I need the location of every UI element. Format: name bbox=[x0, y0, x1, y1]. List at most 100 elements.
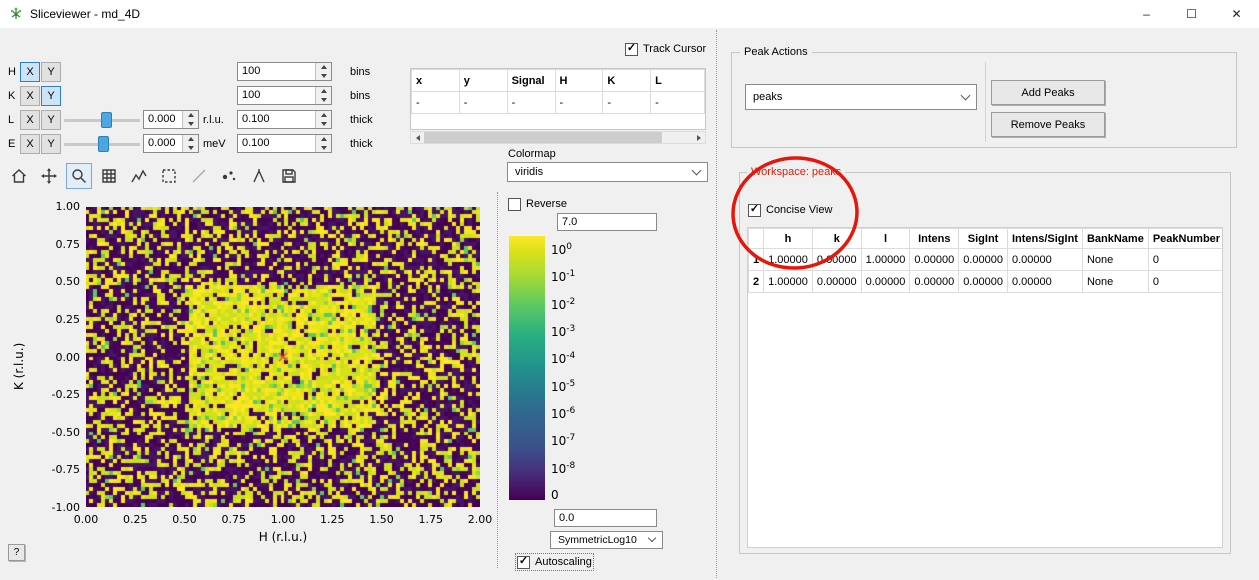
dim-l-y-button[interactable]: Y bbox=[41, 110, 61, 130]
h-bins-spinbox[interactable]: 100 bbox=[237, 62, 332, 81]
dim-e-y-button[interactable]: Y bbox=[41, 134, 61, 154]
overlay-peaks-icon[interactable] bbox=[246, 163, 272, 189]
save-icon[interactable] bbox=[276, 163, 302, 189]
peaks-cell[interactable]: None bbox=[1082, 249, 1148, 271]
spin-down-icon bbox=[316, 120, 331, 129]
remove-peaks-button[interactable]: Remove Peaks bbox=[991, 112, 1105, 137]
peaks-cell[interactable]: 0.00000 bbox=[1007, 271, 1082, 293]
peaks-cell[interactable]: 1.00000 bbox=[861, 249, 910, 271]
peaks-cell[interactable]: 0.00000 bbox=[812, 271, 861, 293]
l-unit-label: r.l.u. bbox=[203, 114, 224, 126]
peaks-cell[interactable]: 0.00000 bbox=[1007, 249, 1082, 271]
colorbar-min-input[interactable]: 0.0 bbox=[554, 509, 657, 527]
checkbox-box[interactable] bbox=[517, 556, 530, 569]
x-tick-label: 2.00 bbox=[460, 513, 500, 526]
track-cursor-checkbox[interactable]: Track Cursor bbox=[625, 42, 706, 56]
colorbar-tick-label: 10-3 bbox=[551, 324, 575, 339]
checkbox-box[interactable] bbox=[508, 198, 521, 211]
cursor-table-scrollbar[interactable] bbox=[410, 131, 706, 144]
dim-h-y-button[interactable]: Y bbox=[41, 62, 61, 82]
l-slider[interactable] bbox=[64, 110, 140, 130]
peaks-cell[interactable]: None bbox=[1082, 271, 1148, 293]
peaks-cell[interactable]: 1.00000 bbox=[764, 249, 813, 271]
colorbar-max-input[interactable]: 7.0 bbox=[557, 213, 657, 231]
peaks-cell[interactable]: 0.00000 bbox=[959, 271, 1008, 293]
cursor-cell: - bbox=[603, 92, 651, 114]
slice-heatmap[interactable] bbox=[86, 207, 480, 507]
concise-view-label: Concise View bbox=[766, 204, 832, 216]
l-slider-handle[interactable] bbox=[101, 112, 112, 128]
peaks-row-header[interactable]: 1 bbox=[749, 249, 764, 271]
autoscaling-checkbox[interactable]: Autoscaling bbox=[517, 555, 592, 569]
peaks-cell[interactable]: 0.00000 bbox=[812, 249, 861, 271]
dim-l-x-button[interactable]: X bbox=[20, 110, 40, 130]
close-button[interactable]: ✕ bbox=[1214, 0, 1259, 28]
peaks-col-header[interactable]: Intens/SigInt bbox=[1007, 229, 1082, 249]
peaks-col-header[interactable]: k bbox=[812, 229, 861, 249]
normalization-combobox[interactable]: SymmetricLog10 bbox=[550, 531, 663, 549]
peaks-col-header[interactable]: SigInt bbox=[959, 229, 1008, 249]
grid-icon[interactable] bbox=[96, 163, 122, 189]
spin-up-icon bbox=[316, 111, 331, 120]
dim-k-y-button[interactable]: Y bbox=[41, 86, 61, 106]
markers-icon[interactable] bbox=[216, 163, 242, 189]
colorbar-tick-label: 10-1 bbox=[551, 269, 575, 284]
peaks-cell[interactable]: 1.00000 bbox=[764, 271, 813, 293]
dim-h-x-button[interactable]: X bbox=[20, 62, 40, 82]
spin-up-icon bbox=[316, 135, 331, 144]
peaks-cell[interactable]: 0.00000 bbox=[959, 249, 1008, 271]
minimize-button[interactable]: – bbox=[1124, 0, 1169, 28]
help-button[interactable]: ? bbox=[8, 544, 25, 561]
colorbar[interactable] bbox=[509, 236, 545, 500]
l-thick-spinbox[interactable]: 0.100 bbox=[237, 110, 332, 129]
peaks-workspace-combobox[interactable]: peaks bbox=[745, 84, 977, 110]
spin-down-icon bbox=[316, 96, 331, 105]
dim-k-x-button[interactable]: X bbox=[20, 86, 40, 106]
non-orthogonal-view-icon[interactable] bbox=[186, 163, 212, 189]
e-thick-spinbox[interactable]: 0.100 bbox=[237, 134, 332, 153]
peaks-row[interactable]: 11.000000.000001.000000.000000.000000.00… bbox=[749, 249, 1224, 271]
peaks-col-header[interactable]: h bbox=[764, 229, 813, 249]
add-peaks-button[interactable]: Add Peaks bbox=[991, 80, 1105, 105]
peaks-cell[interactable]: 0.00000 bbox=[861, 271, 910, 293]
peaks-col-header[interactable]: l bbox=[861, 229, 910, 249]
app-icon bbox=[8, 6, 24, 22]
plot-colorbar-splitter[interactable] bbox=[497, 192, 498, 568]
scroll-right-icon[interactable] bbox=[692, 132, 705, 143]
e-slider[interactable] bbox=[64, 134, 140, 154]
y-tick-label: -0.50 bbox=[36, 426, 80, 439]
maximize-button[interactable]: ☐ bbox=[1169, 0, 1214, 28]
main-splitter[interactable] bbox=[716, 30, 717, 578]
checkbox-box[interactable] bbox=[748, 204, 761, 217]
peaks-col-header[interactable]: PeakNumber bbox=[1148, 229, 1223, 249]
cursor-col-K: K bbox=[603, 70, 651, 92]
home-icon[interactable] bbox=[6, 163, 32, 189]
zoom-icon[interactable] bbox=[66, 163, 92, 189]
scroll-left-icon[interactable] bbox=[411, 132, 424, 143]
reverse-checkbox[interactable]: Reverse bbox=[508, 197, 567, 211]
k-bins-spinbox[interactable]: 100 bbox=[237, 86, 332, 105]
x-axis-ticks: 0.000.250.500.751.001.251.501.752.00 bbox=[66, 513, 500, 526]
peaks-row[interactable]: 21.000000.000000.000000.000000.000000.00… bbox=[749, 271, 1224, 293]
peaks-col-header[interactable]: Intens bbox=[910, 229, 959, 249]
peaks-cell[interactable]: 0 bbox=[1148, 249, 1223, 271]
l-value-spinbox[interactable]: 0.000 bbox=[143, 110, 199, 129]
peaks-row-header[interactable]: 2 bbox=[749, 271, 764, 293]
e-thick-label: thick bbox=[350, 138, 373, 150]
line-plots-icon[interactable] bbox=[126, 163, 152, 189]
pan-icon[interactable] bbox=[36, 163, 62, 189]
x-tick-label: 1.75 bbox=[411, 513, 451, 526]
checkbox-box[interactable] bbox=[625, 43, 638, 56]
e-slider-handle[interactable] bbox=[98, 136, 109, 152]
scroll-thumb[interactable] bbox=[424, 132, 662, 143]
e-value-spinbox[interactable]: 0.000 bbox=[143, 134, 199, 153]
colormap-combobox[interactable]: viridis bbox=[507, 162, 708, 182]
dim-e-x-button[interactable]: X bbox=[20, 134, 40, 154]
peaks-col-header[interactable]: BankName bbox=[1082, 229, 1148, 249]
peaks-cell[interactable]: 0.00000 bbox=[910, 271, 959, 293]
peaks-cell[interactable]: 0.00000 bbox=[910, 249, 959, 271]
y-tick-label: 0.00 bbox=[36, 351, 80, 364]
region-of-interest-icon[interactable] bbox=[156, 163, 182, 189]
concise-view-checkbox[interactable]: Concise View bbox=[748, 203, 832, 217]
peaks-cell[interactable]: 0 bbox=[1148, 271, 1223, 293]
